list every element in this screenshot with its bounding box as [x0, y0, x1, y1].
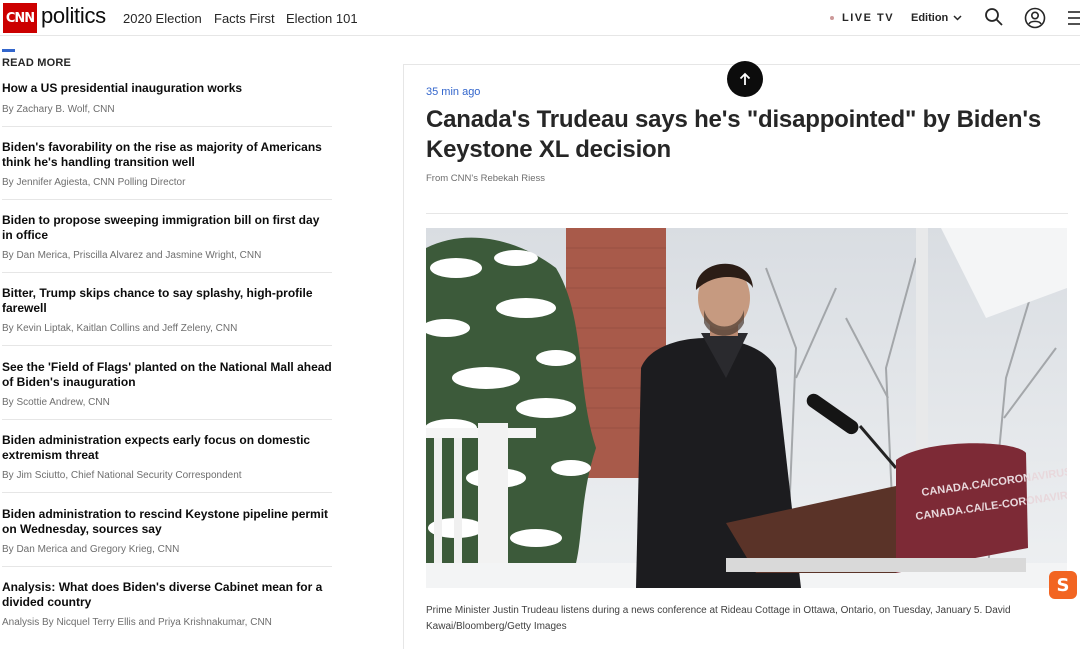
story-item[interactable]: Biden's favorability on the rise as majo…	[2, 140, 332, 200]
live-tv-link[interactable]: LIVE TV	[830, 12, 894, 24]
story-title[interactable]: Biden to propose sweeping immigration bi…	[2, 213, 332, 242]
read-more-sidebar: READ MORE How a US presidential inaugura…	[0, 36, 335, 649]
story-byline: By Kevin Liptak, Kaitlan Collins and Jef…	[2, 323, 238, 334]
story-title[interactable]: How a US presidential inauguration works	[2, 81, 332, 96]
story-title[interactable]: Biden administration to rescind Keystone…	[2, 507, 332, 536]
story-item[interactable]: See the 'Field of Flags' planted on the …	[2, 360, 332, 420]
story-item[interactable]: Bitter, Trump skips chance to say splash…	[2, 286, 332, 346]
divider	[426, 213, 1068, 214]
story-title[interactable]: Analysis: What does Biden's diverse Cabi…	[2, 580, 332, 609]
read-more-heading: READ MORE	[2, 57, 72, 69]
account-icon[interactable]	[1024, 7, 1046, 29]
story-title[interactable]: Biden's favorability on the rise as majo…	[2, 140, 332, 169]
story-item[interactable]: Analysis: What does Biden's diverse Cabi…	[2, 580, 332, 640]
story-item[interactable]: Biden administration expects early focus…	[2, 433, 332, 493]
story-byline: By Dan Merica, Priscilla Alvarez and Jas…	[2, 250, 262, 261]
section-logo-politics[interactable]: politics	[41, 3, 106, 29]
story-title[interactable]: Biden administration expects early focus…	[2, 433, 332, 462]
nav-link-facts-first[interactable]: Facts First	[214, 11, 275, 26]
article-photo: CANADA.CA/CORONAVIRUS CANADA.CA/LE-CORON…	[426, 228, 1067, 588]
top-nav-bar: CNN politics 2020 Election Facts First E…	[0, 0, 1080, 36]
live-dot-icon	[830, 16, 834, 20]
edition-label: Edition	[911, 12, 949, 24]
story-title[interactable]: See the 'Field of Flags' planted on the …	[2, 360, 332, 389]
article-source: From CNN's Rebekah Riess	[426, 173, 546, 184]
chevron-down-icon	[953, 15, 962, 21]
cnn-logo[interactable]: CNN	[3, 3, 37, 33]
search-icon[interactable]	[984, 7, 1004, 27]
story-byline: Analysis By Nicquel Terry Ellis and Priy…	[2, 617, 272, 628]
back-to-top-button[interactable]	[727, 61, 763, 97]
read-more-accent-bar	[2, 49, 15, 52]
arrow-up-icon	[739, 72, 751, 85]
photo-caption: Prime Minister Justin Trudeau listens du…	[426, 605, 1011, 632]
story-item[interactable]: Biden administration to rescind Keystone…	[2, 507, 332, 567]
live-tv-label: LIVE TV	[842, 12, 895, 24]
story-byline: By Jennifer Agiesta, CNN Polling Directo…	[2, 177, 186, 188]
story-byline: By Scottie Andrew, CNN	[2, 397, 110, 408]
edition-dropdown[interactable]: Edition	[911, 12, 962, 24]
menu-icon[interactable]	[1068, 10, 1080, 26]
nav-link-2020-election[interactable]: 2020 Election	[123, 11, 202, 26]
article-headline: Canada's Trudeau says he's "disappointed…	[426, 106, 1041, 163]
trudeau-press-conference-image: CANADA.CA/CORONAVIRUS CANADA.CA/LE-CORON…	[426, 228, 1067, 588]
story-title[interactable]: Bitter, Trump skips chance to say splash…	[2, 286, 332, 315]
s-badge-icon[interactable]: S	[1049, 571, 1077, 599]
story-item[interactable]: Biden to propose sweeping immigration bi…	[2, 213, 332, 273]
story-byline: By Jim Sciutto, Chief National Security …	[2, 470, 242, 481]
story-byline: By Zachary B. Wolf, CNN	[2, 103, 115, 115]
nav-link-election-101[interactable]: Election 101	[286, 11, 358, 26]
story-byline: By Dan Merica and Gregory Krieg, CNN	[2, 544, 180, 555]
story-item[interactable]: How a US presidential inauguration works…	[2, 81, 332, 127]
post-timestamp[interactable]: 35 min ago	[426, 86, 480, 98]
live-update-card: 35 min ago Canada's Trudeau says he's "d…	[403, 64, 1080, 649]
